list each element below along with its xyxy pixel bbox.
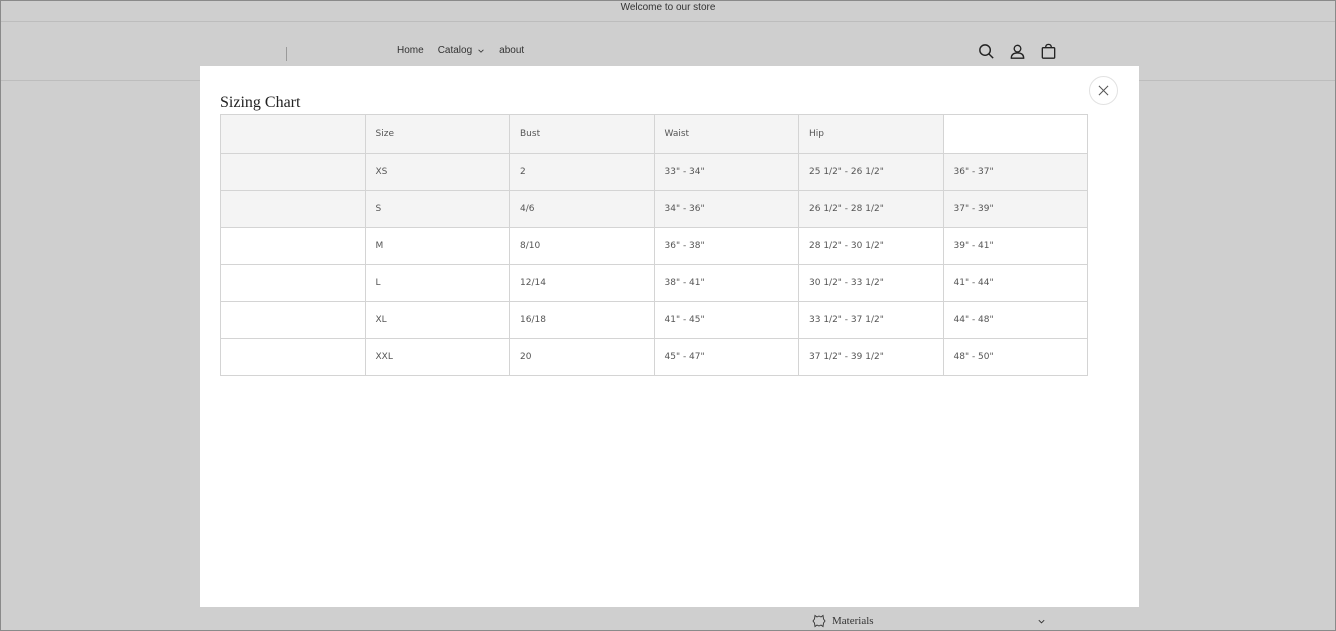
table-header-row: Size Bust Waist Hip [220,114,1088,154]
table-row: M 8/10 36" - 38" 28 1/2" - 30 1/2" 39" -… [220,227,1088,265]
materials-label: Materials [832,615,874,627]
materials-accordion[interactable]: Materials [812,612,1046,630]
table-cell [220,301,366,339]
table-row: XL 16/18 41" - 45" 33 1/2" - 37 1/2" 44"… [220,301,1088,339]
table-cell: 20 [509,338,655,376]
chevron-down-icon [1038,619,1045,624]
header-cell: Bust [509,114,655,154]
table-cell [220,338,366,376]
table-row: XXL 20 45" - 47" 37 1/2" - 39 1/2" 48" -… [220,338,1088,376]
table-cell: 28 1/2" - 30 1/2" [798,227,944,265]
table-cell: 33" - 34" [653,153,799,191]
nav-item-about[interactable]: about [499,45,524,56]
table-cell: XXL [364,338,510,376]
header-cell [942,114,1088,154]
table-cell: 36" - 37" [942,153,1088,191]
table-cell: 37" - 39" [942,190,1088,228]
table-cell: 41" - 45" [653,301,799,339]
cart-icon[interactable] [1039,42,1058,61]
table-cell: 38" - 41" [653,264,799,302]
table-cell: S [364,190,510,228]
main-nav: Home Catalog about [397,45,538,56]
table-cell: XL [364,301,510,339]
search-icon[interactable] [977,42,996,61]
modal-title: Sizing Chart [220,94,301,111]
nav-item-label: Home [397,45,424,56]
announcement-text: Welcome to our store [620,2,716,13]
table-cell: 8/10 [509,227,655,265]
table-cell: 33 1/2" - 37 1/2" [798,301,944,339]
header-cell [220,114,366,154]
table-cell: 12/14 [509,264,655,302]
nav-item-home[interactable]: Home [397,45,424,56]
header-cell: Size [364,114,510,154]
table-row: XS 2 33" - 34" 25 1/2" - 26 1/2" 36" - 3… [220,153,1088,191]
table-cell: L [364,264,510,302]
nav-item-label: about [499,45,525,56]
table-cell [220,190,366,228]
table-cell: 26 1/2" - 28 1/2" [798,190,944,228]
sizing-table: Size Bust Waist Hip XS 2 33" - 34" 25 1/… [220,114,1088,376]
table-cell: 45" - 47" [653,338,799,376]
table-cell: 36" - 38" [653,227,799,265]
header-cell: Hip [798,114,944,154]
header-icons [977,42,1058,61]
sizing-chart-modal: Sizing Chart Size Bust Waist Hip XS 2 33… [200,66,1139,607]
table-cell: M [364,227,510,265]
table-cell: 2 [509,153,655,191]
table-cell: 4/6 [509,190,655,228]
table-cell: 25 1/2" - 26 1/2" [798,153,944,191]
chevron-down-icon [478,49,484,53]
table-cell: 34" - 36" [653,190,799,228]
nav-item-label: Catalog [437,45,473,56]
header-cell: Waist [653,114,799,154]
nav-item-catalog[interactable]: Catalog [438,45,485,56]
table-cell: 39" - 41" [942,227,1088,265]
table-cell: 41" - 44" [942,264,1088,302]
table-cell [220,264,366,302]
table-cell [220,153,366,191]
leather-icon [812,614,826,628]
logo-placeholder[interactable] [286,47,287,61]
table-cell: 16/18 [509,301,655,339]
close-icon [1098,85,1109,96]
table-cell [220,227,366,265]
announcement-bar: Welcome to our store [1,0,1335,22]
table-cell: 44" - 48" [942,301,1088,339]
close-button[interactable] [1089,76,1118,105]
table-row: L 12/14 38" - 41" 30 1/2" - 33 1/2" 41" … [220,264,1088,302]
account-icon[interactable] [1008,42,1027,61]
table-cell: XS [364,153,510,191]
table-row: S 4/6 34" - 36" 26 1/2" - 28 1/2" 37" - … [220,190,1088,228]
table-cell: 30 1/2" - 33 1/2" [798,264,944,302]
table-cell: 48" - 50" [942,338,1088,376]
table-cell: 37 1/2" - 39 1/2" [798,338,944,376]
